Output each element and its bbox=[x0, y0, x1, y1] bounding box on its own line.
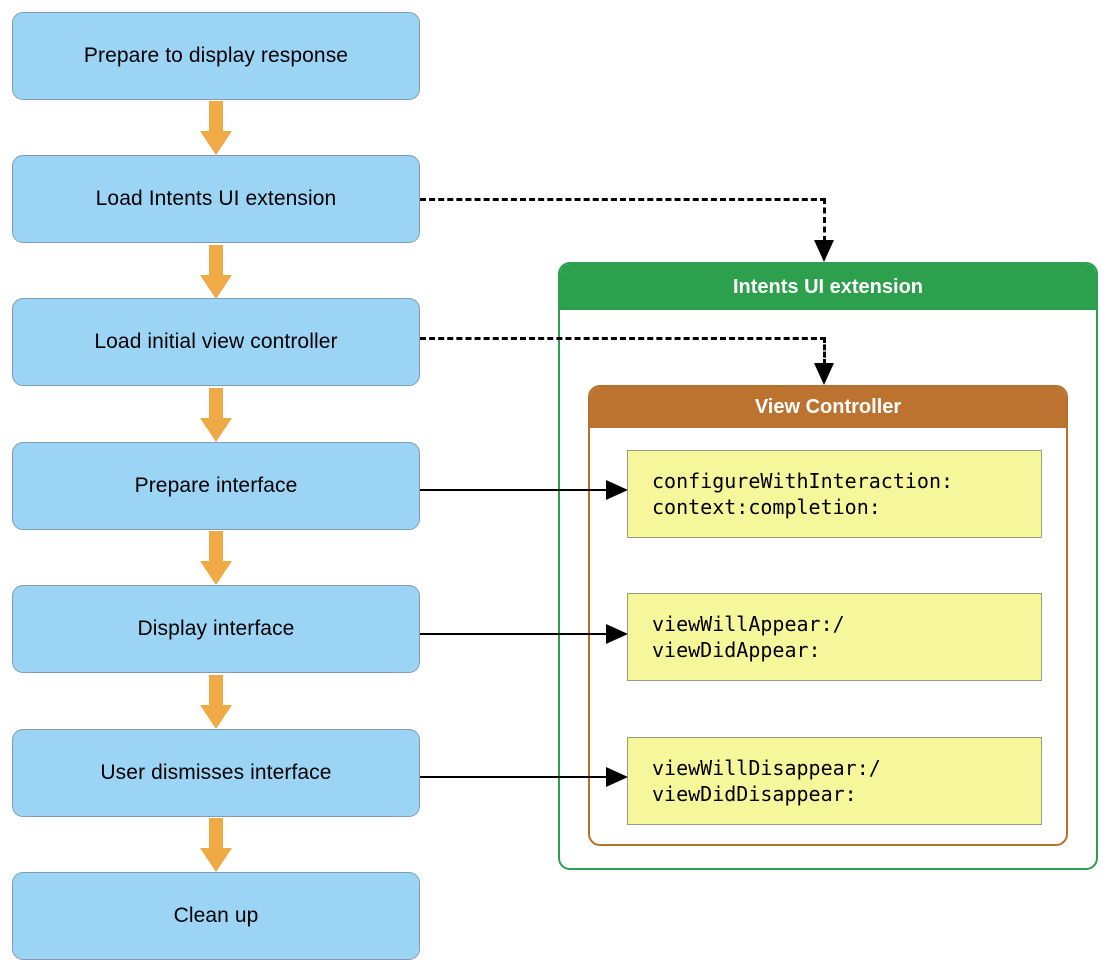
arrow-head bbox=[200, 561, 232, 585]
flow-step-clean-up: Clean up bbox=[12, 872, 420, 960]
flow-step-label: Prepare interface bbox=[134, 474, 298, 497]
dashed-arrow-head bbox=[814, 363, 834, 385]
callback-line-2: viewDidAppear: bbox=[652, 638, 821, 662]
callback-line-1: configureWithInteraction: bbox=[652, 468, 954, 493]
flow-step-load-initial-view-controller: Load initial view controller bbox=[12, 298, 420, 386]
flow-step-label: Clean up bbox=[173, 904, 259, 927]
flow-step-load-intents-ui-extension: Load Intents UI extension bbox=[12, 155, 420, 243]
down-arrow-icon-6 bbox=[200, 818, 232, 872]
flow-step-label: Load Intents UI extension bbox=[95, 187, 337, 210]
dashed-line-vertical bbox=[823, 198, 826, 242]
arrow-head bbox=[200, 131, 232, 155]
flow-step-label: Prepare to display response bbox=[83, 44, 349, 67]
callback-line-1: viewWillAppear:/ bbox=[652, 611, 845, 636]
arrow-shaft bbox=[209, 388, 223, 420]
callback-box-view-will-did-appear: viewWillAppear:/ viewDidAppear: bbox=[627, 593, 1042, 681]
flow-step-prepare-to-display-response: Prepare to display response bbox=[12, 12, 420, 100]
arrow-shaft bbox=[209, 675, 223, 707]
arrow-head bbox=[200, 275, 232, 299]
dashed-line-vertical bbox=[823, 337, 826, 365]
down-arrow-icon-3 bbox=[200, 388, 232, 442]
connector-line bbox=[420, 489, 612, 492]
callback-line-2: context:completion: bbox=[652, 495, 881, 519]
down-arrow-icon-4 bbox=[200, 531, 232, 585]
callback-box-view-will-did-disappear: viewWillDisappear:/ viewDidDisappear: bbox=[627, 737, 1042, 825]
arrow-shaft bbox=[209, 245, 223, 277]
connector-line bbox=[420, 633, 612, 636]
callback-line-2: viewDidDisappear: bbox=[652, 782, 857, 806]
connector-arrow-head bbox=[606, 480, 628, 500]
connector-dismiss-to-disappear bbox=[420, 766, 628, 788]
diagram-canvas: Prepare to display response Load Intents… bbox=[0, 0, 1110, 975]
arrow-head bbox=[200, 848, 232, 872]
down-arrow-icon-1 bbox=[200, 101, 232, 155]
dashed-line-horizontal bbox=[420, 337, 826, 340]
flow-step-label: User dismisses interface bbox=[100, 761, 332, 784]
flow-step-prepare-interface: Prepare interface bbox=[12, 442, 420, 530]
callback-box-configure-with-interaction: configureWithInteraction: context:comple… bbox=[627, 450, 1042, 538]
arrow-shaft bbox=[209, 818, 223, 850]
connector-line bbox=[420, 776, 612, 779]
arrow-head bbox=[200, 418, 232, 442]
view-controller-title: View Controller bbox=[590, 387, 1066, 428]
flow-step-label: Load initial view controller bbox=[94, 330, 338, 353]
down-arrow-icon-2 bbox=[200, 245, 232, 299]
arrow-shaft bbox=[209, 101, 223, 133]
flow-step-display-interface: Display interface bbox=[12, 585, 420, 673]
down-arrow-icon-5 bbox=[200, 675, 232, 729]
dashed-arrow-head bbox=[814, 240, 834, 262]
flow-step-user-dismisses-interface: User dismisses interface bbox=[12, 729, 420, 817]
connector-arrow-head bbox=[606, 624, 628, 644]
intents-ui-extension-title: Intents UI extension bbox=[560, 264, 1096, 310]
callback-line-1: viewWillDisappear:/ bbox=[652, 755, 881, 780]
connector-prepare-interface-to-configure bbox=[420, 479, 628, 501]
flow-step-label: Display interface bbox=[137, 617, 295, 640]
arrow-head bbox=[200, 705, 232, 729]
connector-arrow-head bbox=[606, 767, 628, 787]
dashed-line-horizontal bbox=[420, 198, 826, 201]
connector-display-interface-to-appear bbox=[420, 623, 628, 645]
arrow-shaft bbox=[209, 531, 223, 563]
